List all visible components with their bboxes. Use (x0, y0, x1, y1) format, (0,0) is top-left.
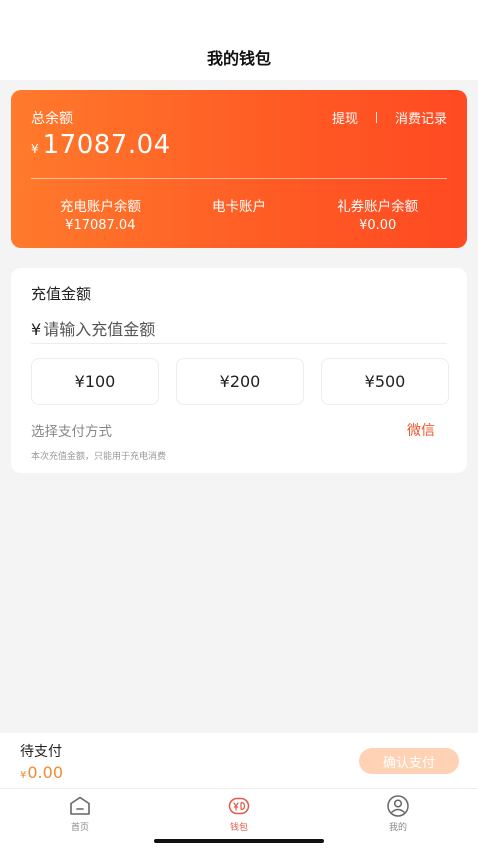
payment-bar: 待支付 ¥ 0.00 确认支付 (0, 733, 478, 788)
pay-method-label: 选择支付方式 (31, 424, 112, 440)
currency-symbol: ¥ (20, 770, 27, 781)
account-ecard[interactable]: 电卡账户 (170, 195, 309, 233)
app-header: 我的钱包 (0, 0, 478, 80)
account-charging[interactable]: 充电账户余额 ¥17087.04 (31, 195, 170, 233)
card-divider (31, 178, 447, 179)
account-value: ¥17087.04 (65, 218, 136, 233)
recharge-note: 本次充值金额，只能用于充电消费 (31, 452, 167, 462)
recharge-card: 充值金额 ¥ ¥100 ¥200 ¥500 选择支付方式 微信 本次充值金额，只… (11, 268, 467, 473)
total-balance-amount: ¥ 17087.04 (31, 130, 171, 160)
wallet-icon (228, 797, 250, 815)
profile-icon (387, 795, 409, 817)
account-list: 充电账户余额 ¥17087.04 电卡账户 礼券账户余额 ¥0.00 (31, 195, 447, 233)
recharge-title: 充值金额 (31, 285, 92, 303)
tab-wallet[interactable]: 钱包 (209, 794, 269, 833)
home-indicator (154, 839, 324, 843)
account-label: 电卡账户 (212, 199, 266, 215)
preset-100-button[interactable]: ¥100 (31, 358, 159, 405)
consumption-records-link[interactable]: 消费记录 (395, 108, 447, 127)
pending-payment-label: 待支付 (20, 744, 62, 760)
tab-label: 我的 (388, 823, 407, 833)
recharge-amount-input[interactable] (43, 320, 404, 339)
currency-symbol: ¥ (31, 142, 39, 156)
amount-input-row: ¥ (31, 316, 447, 344)
confirm-payment-button[interactable]: 确认支付 (359, 748, 459, 774)
tab-label: 首页 (70, 823, 89, 833)
pending-payment-amount: ¥ 0.00 (20, 763, 63, 782)
pay-method-wechat[interactable]: 微信 (407, 420, 435, 440)
preset-200-button[interactable]: ¥200 (176, 358, 304, 405)
account-voucher[interactable]: 礼券账户余额 ¥0.00 (308, 195, 447, 233)
account-value: ¥0.00 (359, 218, 397, 233)
pending-payment-value: 0.00 (27, 763, 63, 782)
preset-500-button[interactable]: ¥500 (321, 358, 449, 405)
page-title: 我的钱包 (206, 49, 271, 68)
account-label: 充电账户余额 (59, 199, 141, 215)
currency-symbol: ¥ (31, 320, 42, 339)
tab-profile[interactable]: 我的 (368, 794, 428, 833)
card-links: 提现 消费记录 (332, 108, 447, 127)
balance-card: 总余额 ¥ 17087.04 提现 消费记录 充电账户余额 ¥17087.04 … (11, 90, 467, 248)
total-balance-label: 总余额 (31, 111, 73, 127)
tab-label: 钱包 (229, 823, 248, 833)
link-separator (375, 112, 377, 123)
preset-amounts: ¥100 ¥200 ¥500 (31, 358, 449, 405)
tab-home[interactable]: 首页 (50, 794, 110, 833)
account-label: 礼券账户余额 (337, 199, 419, 215)
home-icon (70, 796, 90, 815)
withdraw-link[interactable]: 提现 (332, 108, 358, 127)
total-balance-value: 17087.04 (42, 130, 171, 160)
